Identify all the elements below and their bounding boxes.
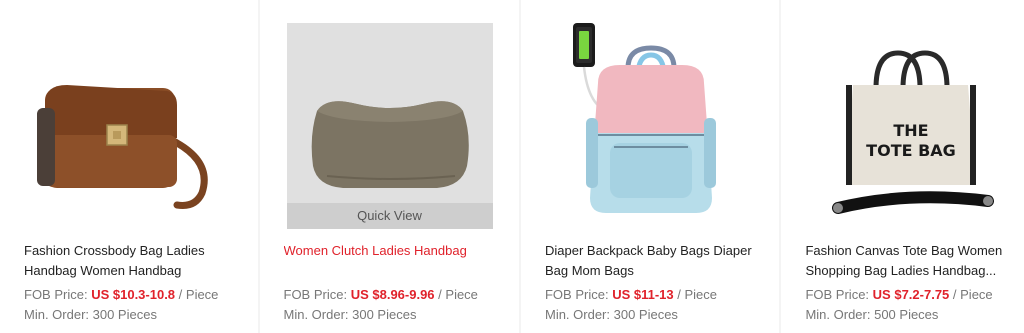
product-price: FOB Price: US $8.96-9.96 / Piece: [284, 287, 478, 302]
clutch-bag-icon: [311, 101, 469, 188]
min-order: Min. Order: 300 Pieces: [544, 307, 678, 322]
product-image[interactable]: [548, 23, 754, 229]
product-card[interactable]: Diaper Backpack Baby Bags Diaper Bag Mom…: [520, 0, 780, 333]
price-unit: / Piece: [952, 287, 993, 302]
price-unit: / Piece: [438, 287, 478, 302]
price-value: US $7.2-7.75: [872, 287, 950, 302]
product-image[interactable]: Quick View: [286, 23, 493, 229]
product-image[interactable]: THE TOTE BAG: [808, 23, 1014, 229]
price-value: US $8.96-9.96: [350, 287, 435, 302]
product-card[interactable]: Quick View Women Clutch Ladies Handbag F…: [259, 0, 519, 333]
price-value: US $10.3-10.8: [91, 287, 176, 302]
product-price: FOB Price: US $11-13 / Piece: [545, 287, 717, 302]
price-label: FOB Price:: [283, 287, 348, 302]
product-title[interactable]: Fashion Canvas Tote Bag Women Shopping B…: [805, 241, 1015, 280]
product-title[interactable]: Diaper Backpack Baby Bags Diaper Bag Mom…: [545, 241, 755, 280]
product-price: FOB Price: US $10.3-10.8 / Piece: [24, 287, 218, 302]
quick-view-button[interactable]: Quick View: [286, 203, 493, 229]
product-image[interactable]: [27, 23, 233, 229]
price-unit: / Piece: [178, 287, 219, 302]
price-label: FOB Price:: [805, 287, 870, 302]
price-label: FOB Price:: [24, 287, 88, 302]
tote-bag-icon: THE TOTE BAG: [832, 50, 995, 214]
product-title[interactable]: Fashion Crossbody Bag Ladies Handbag Wom…: [24, 241, 234, 280]
product-grid: Fashion Crossbody Bag Ladies Handbag Wom…: [0, 0, 1024, 333]
product-price: FOB Price: US $7.2-7.75 / Piece: [805, 287, 992, 302]
min-order: Min. Order: 300 Pieces: [283, 307, 417, 322]
tote-text-2: TOTE BAG: [867, 141, 957, 160]
price-value: US $11-13: [612, 287, 674, 302]
tote-text-1: THE: [894, 121, 929, 140]
price-unit: / Piece: [677, 287, 717, 302]
min-order: Min. Order: 500 Pieces: [805, 307, 939, 322]
crossbody-bag-icon: [37, 85, 208, 209]
product-title[interactable]: Women Clutch Ladies Handbag: [284, 241, 494, 261]
diaper-backpack-icon: [572, 23, 716, 213]
min-order: Min. Order: 300 Pieces: [24, 307, 157, 322]
price-label: FOB Price:: [544, 287, 609, 302]
product-card[interactable]: THE TOTE BAG Fashion Canvas Tote Bag Wom…: [781, 0, 1024, 333]
product-card[interactable]: Fashion Crossbody Bag Ladies Handbag Wom…: [0, 0, 258, 333]
